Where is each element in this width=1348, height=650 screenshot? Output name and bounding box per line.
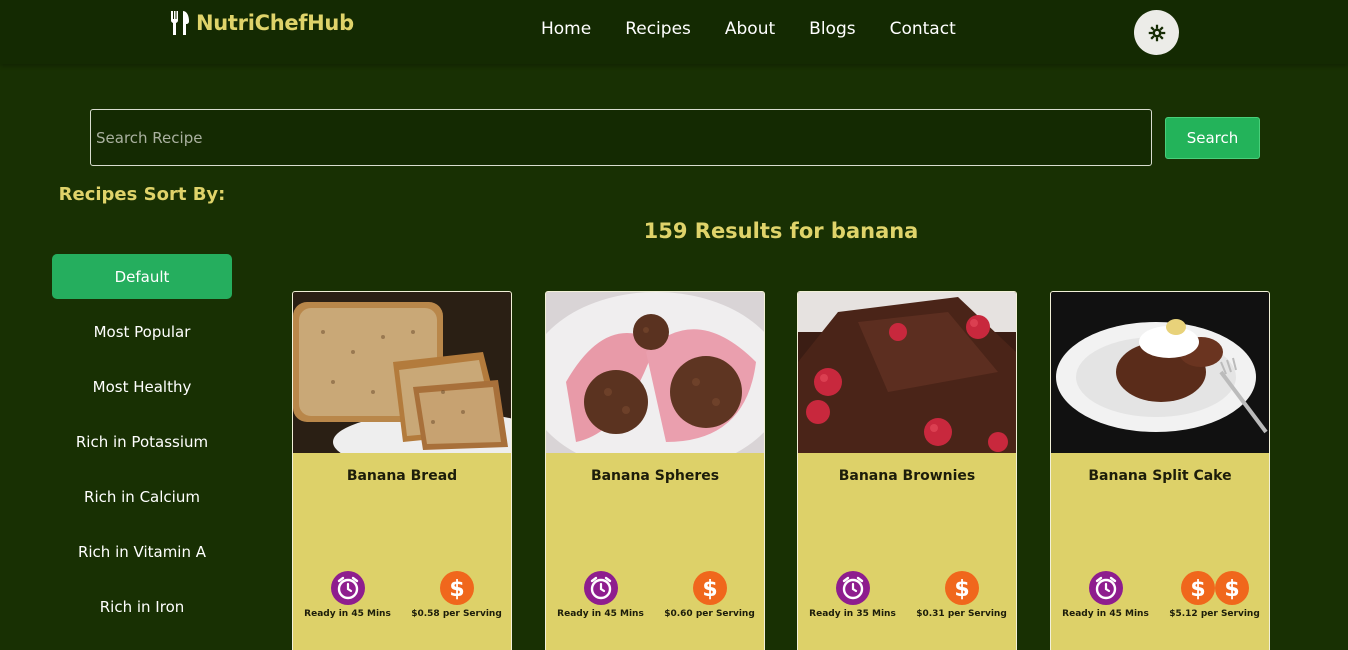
nav-about[interactable]: About	[725, 19, 775, 39]
recipe-image	[1051, 292, 1269, 453]
recipe-card[interactable]: Banana Bread Ready in 45 Mins $ $0.58 pe…	[292, 291, 512, 650]
recipe-title: Banana Spheres	[590, 468, 720, 484]
brand-name: NutriChefHub	[196, 11, 354, 35]
search-button[interactable]: Search	[1165, 117, 1260, 159]
alarm-clock-icon	[583, 571, 618, 605]
price-text: $0.31 per Serving	[916, 609, 1007, 619]
svg-text:$: $	[1190, 577, 1205, 602]
site-header: NutriChefHub Home Recipes About Blogs Co…	[0, 0, 1348, 64]
price-text: $5.12 per Serving	[1169, 609, 1260, 619]
price: $ $0.31 per Serving	[912, 571, 1012, 619]
recipe-title: Banana Bread	[346, 468, 458, 484]
ready-time-text: Ready in 45 Mins	[1062, 609, 1149, 619]
theme-toggle-button[interactable]	[1134, 10, 1179, 55]
dollar-icon: $	[439, 571, 474, 605]
sort-title-text: Recipes Sort By:	[58, 184, 226, 205]
recipe-title: Banana Split Cake	[1088, 468, 1232, 484]
dollar-icon: $	[1214, 571, 1249, 605]
fork-knife-icon	[170, 11, 189, 35]
svg-text:$: $	[1224, 577, 1239, 602]
ready-time: Ready in 45 Mins	[551, 571, 651, 619]
sort-rich-in-potassium[interactable]: Rich in Potassium	[52, 419, 232, 464]
nav-recipes[interactable]: Recipes	[625, 19, 691, 39]
alarm-clock-icon	[1088, 571, 1123, 605]
price: $ $0.58 per Serving	[407, 571, 507, 619]
sort-most-popular[interactable]: Most Popular	[52, 309, 232, 354]
recipe-card[interactable]: Banana Brownies Ready in 35 Mins $ $0.31	[797, 291, 1017, 650]
ready-time-text: Ready in 35 Mins	[809, 609, 896, 619]
sort-title: Recipes Sort By:	[52, 184, 232, 206]
recipe-meta: Ready in 45 Mins $ $0.60 per Serving	[546, 571, 764, 619]
nav-contact[interactable]: Contact	[890, 19, 956, 39]
sort-most-healthy[interactable]: Most Healthy	[52, 364, 232, 409]
recipe-meta: Ready in 45 Mins $ $ $5.12 per Serving	[1051, 571, 1269, 619]
search-input[interactable]	[90, 109, 1152, 166]
price-text: $0.58 per Serving	[411, 609, 502, 619]
main-nav: Home Recipes About Blogs Contact	[541, 19, 990, 39]
nav-blogs[interactable]: Blogs	[809, 19, 855, 39]
recipe-card[interactable]: Banana Split Cake Ready in 45 Mins $ $ $…	[1050, 291, 1270, 650]
dollar-icon: $	[692, 571, 727, 605]
recipe-meta: Ready in 45 Mins $ $0.58 per Serving	[293, 571, 511, 619]
sort-options: Default Most Popular Most Healthy Rich i…	[52, 254, 232, 639]
sort-default[interactable]: Default	[52, 254, 232, 299]
gear-icon	[1148, 24, 1165, 41]
svg-text:$: $	[449, 577, 464, 602]
nav-home[interactable]: Home	[541, 19, 591, 39]
price: $ $ $5.12 per Serving	[1165, 571, 1265, 619]
ready-time-text: Ready in 45 Mins	[557, 609, 644, 619]
ready-time: Ready in 35 Mins	[803, 571, 903, 619]
recipe-image	[546, 292, 764, 453]
svg-text:$: $	[702, 577, 717, 602]
recipe-image	[293, 292, 511, 453]
sort-rich-in-iron[interactable]: Rich in Iron	[52, 584, 232, 629]
dollar-icon: $	[944, 571, 979, 605]
price-text: $0.60 per Serving	[664, 609, 755, 619]
price: $ $0.60 per Serving	[660, 571, 760, 619]
recipe-title: Banana Brownies	[838, 468, 976, 484]
dollar-icon: $	[1180, 571, 1215, 605]
recipe-card[interactable]: Banana Spheres Ready in 45 Mins $ $0.60 …	[545, 291, 765, 650]
sort-rich-in-vitamin-a[interactable]: Rich in Vitamin A	[52, 529, 232, 574]
alarm-clock-icon	[835, 571, 870, 605]
recipe-image	[798, 292, 1016, 453]
svg-text:$: $	[954, 577, 969, 602]
sort-rich-in-calcium[interactable]: Rich in Calcium	[52, 474, 232, 519]
results-heading: 159 Results for banana	[643, 219, 919, 243]
ready-time: Ready in 45 Mins	[1056, 571, 1156, 619]
recipe-meta: Ready in 35 Mins $ $0.31 per Serving	[798, 571, 1016, 619]
brand-logo[interactable]: NutriChefHub	[168, 8, 354, 38]
alarm-clock-icon	[330, 571, 365, 605]
ready-time-text: Ready in 45 Mins	[304, 609, 391, 619]
ready-time: Ready in 45 Mins	[298, 571, 398, 619]
